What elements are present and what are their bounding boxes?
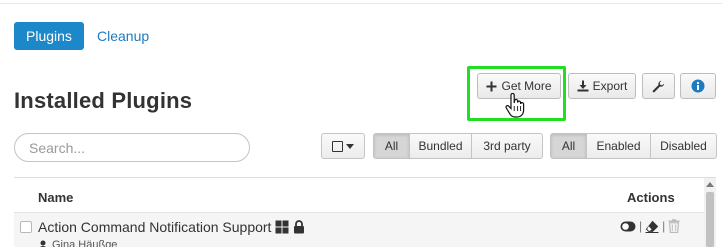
toggle-icon[interactable] <box>620 221 636 232</box>
filter-source-3rd-party[interactable]: 3rd party <box>471 134 542 158</box>
user-icon <box>40 240 46 247</box>
filter-source-all[interactable]: All <box>374 134 409 158</box>
column-header-actions: Actions <box>627 190 675 205</box>
eraser-icon[interactable] <box>645 220 659 233</box>
search-input[interactable] <box>14 133 250 162</box>
hand-cursor-icon <box>505 93 525 118</box>
info-icon <box>691 79 705 93</box>
checkbox-icon <box>332 140 343 152</box>
plugin-author: Gina Häußge <box>38 239 117 247</box>
plugin-title: Action Command Notification Support <box>38 219 305 235</box>
filter-status-enabled[interactable]: Enabled <box>586 134 650 158</box>
wrench-icon <box>652 80 665 92</box>
action-separator: | <box>639 219 643 233</box>
row-actions: | | <box>620 219 680 233</box>
filter-status-disabled[interactable]: Disabled <box>650 134 716 158</box>
filter-status-all[interactable]: All <box>551 134 586 158</box>
action-separator-2: | <box>662 219 666 233</box>
export-label: Export <box>592 79 628 93</box>
export-button[interactable]: Export <box>568 73 636 99</box>
author-name: Gina Häußge <box>52 239 118 247</box>
download-icon <box>577 80 589 92</box>
status-filter: All Enabled Disabled <box>550 133 717 159</box>
caret-down-icon <box>346 143 354 149</box>
scrollbar-thumb[interactable] <box>706 192 714 247</box>
trash-icon[interactable] <box>668 219 680 233</box>
scroll-up-arrow-icon[interactable] <box>706 182 714 187</box>
plugin-name: Action Command Notification Support <box>38 219 272 235</box>
filter-source-bundled[interactable]: Bundled <box>409 134 471 158</box>
tab-plugins[interactable]: Plugins <box>14 22 84 50</box>
table-top-border <box>14 177 716 178</box>
source-filter: All Bundled 3rd party <box>373 133 543 159</box>
bulk-select-dropdown[interactable] <box>321 133 365 159</box>
windows-icon <box>275 220 289 234</box>
info-button[interactable] <box>680 73 716 99</box>
top-divider <box>0 3 722 4</box>
page-title: Installed Plugins <box>14 88 193 113</box>
lock-icon <box>294 220 305 234</box>
row-checkbox[interactable] <box>20 221 32 233</box>
column-header-name: Name <box>38 190 74 205</box>
tab-cleanup[interactable]: Cleanup <box>85 22 161 50</box>
settings-button[interactable] <box>642 73 675 99</box>
